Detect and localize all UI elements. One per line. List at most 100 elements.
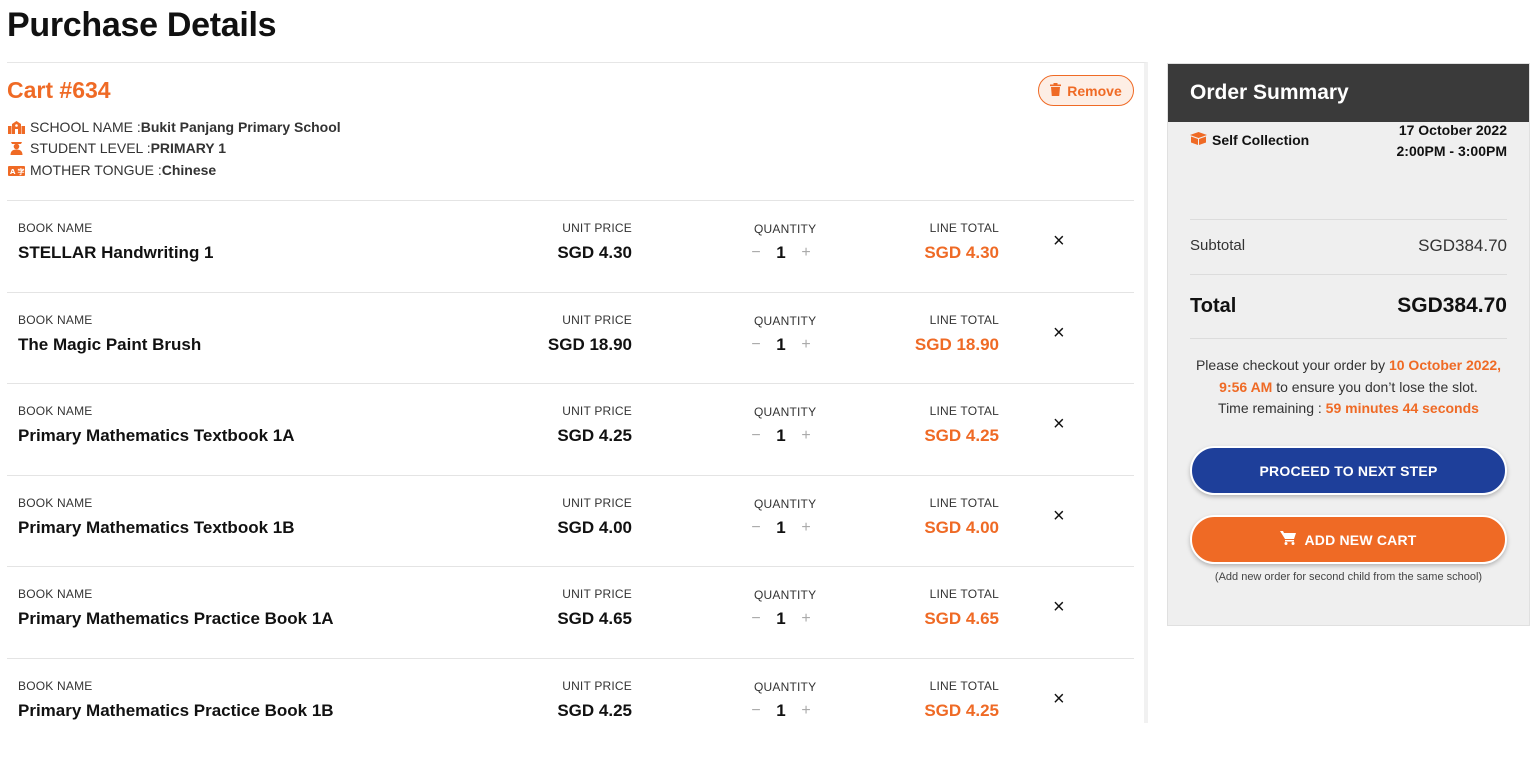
decrease-quantity-button[interactable]: − (748, 244, 764, 262)
book-name-header: BOOK NAME (18, 678, 93, 693)
line-total: SGD 18.90 (914, 334, 999, 354)
line-total-header: LINE TOTAL (929, 221, 999, 235)
delete-item-button[interactable]: × (1053, 506, 1065, 526)
delete-item-button[interactable]: × (1053, 414, 1065, 434)
book-name-header: BOOK NAME (18, 312, 93, 327)
unit-price: SGD 4.25 (557, 426, 632, 445)
cart-panel: Cart #634 Remove SCHOOL NAME : Bukit Pan… (7, 62, 1148, 723)
delete-item-button[interactable]: × (1053, 689, 1065, 709)
unit-price: SGD 4.25 (557, 700, 632, 720)
decrease-quantity-button[interactable]: − (748, 519, 764, 537)
quantity-stepper: − 1 + (748, 243, 814, 263)
cart-items-list: BOOK NAME STELLAR Handwriting 1 UNIT PRI… (7, 200, 1134, 723)
delete-item-button[interactable]: × (1053, 231, 1065, 251)
cart-item-row: BOOK NAME Primary Mathematics Textbook 1… (7, 383, 1134, 475)
increase-quantity-button[interactable]: + (798, 519, 814, 537)
cart-item-row: BOOK NAME The Magic Paint Brush UNIT PRI… (7, 291, 1134, 384)
cart-item-row: BOOK NAME Primary Mathematics Practice B… (7, 566, 1134, 658)
decrease-quantity-button[interactable]: − (748, 702, 764, 720)
line-total-header: LINE TOTAL (929, 678, 999, 693)
subtotal-value: SGD384.70 (1418, 236, 1507, 255)
total-value: SGD384.70 (1397, 294, 1507, 317)
quantity-stepper: − 1 + (748, 335, 814, 355)
school-icon (7, 120, 25, 134)
quantity-value: 1 (776, 609, 786, 628)
self-collection-text: Self Collection (1212, 132, 1310, 148)
quantity-stepper: − 1 + (748, 518, 814, 538)
unit-price: SGD 4.30 (557, 243, 632, 262)
total-row: Total SGD384.70 (1190, 275, 1507, 339)
unit-price-header: UNIT PRICE (562, 587, 632, 601)
note-prefix: Please checkout your order by (1195, 357, 1389, 373)
book-name: The Magic Paint Brush (18, 334, 202, 354)
line-total-header: LINE TOTAL (929, 404, 999, 418)
language-icon: A字 (7, 163, 25, 177)
quantity-value: 1 (776, 334, 786, 354)
book-name: Primary Mathematics Practice Book 1B (18, 700, 334, 720)
decrease-quantity-button[interactable]: − (748, 427, 764, 445)
quantity-header: QUANTITY (754, 588, 817, 602)
cart-title: Cart #634 (7, 77, 111, 103)
quantity-stepper: − 1 + (748, 609, 814, 629)
trash-icon (1050, 82, 1062, 99)
page-title: Purchase Details (7, 6, 277, 44)
delete-item-button[interactable]: × (1053, 323, 1065, 343)
shopping-cart-icon (1280, 531, 1297, 548)
cart-item-row: BOOK NAME Primary Mathematics Practice B… (7, 657, 1134, 724)
line-total: SGD 4.25 (924, 700, 999, 720)
delete-item-button[interactable]: × (1053, 597, 1065, 617)
book-name-header: BOOK NAME (18, 221, 93, 235)
subtotal-label: Subtotal (1190, 237, 1246, 254)
decrease-quantity-button[interactable]: − (748, 610, 764, 628)
proceed-label: PROCEED TO NEXT STEP (1259, 462, 1438, 479)
school-value: Bukit Panjang Primary School (140, 119, 341, 135)
quantity-value: 1 (776, 426, 786, 445)
increase-quantity-button[interactable]: + (798, 427, 814, 445)
collection-row: Self Collection 17 October 2022 2:00PM -… (1190, 64, 1507, 220)
student-level-info: STUDENT LEVEL : PRIMARY 1 (7, 140, 226, 156)
book-name: Primary Mathematics Practice Book 1A (18, 609, 334, 628)
line-total: SGD 4.30 (924, 243, 999, 262)
increase-quantity-button[interactable]: + (798, 244, 814, 262)
collection-datetime: 17 October 2022 2:00PM - 3:00PM (1397, 120, 1507, 162)
total-label: Total (1190, 295, 1237, 317)
line-total-header: LINE TOTAL (929, 495, 999, 510)
decrease-quantity-button[interactable]: − (748, 336, 764, 354)
subtotal-row: Subtotal SGD384.70 (1190, 221, 1507, 275)
collection-time: 2:00PM - 3:00PM (1396, 143, 1507, 159)
increase-quantity-button[interactable]: + (798, 610, 814, 628)
school-info: SCHOOL NAME : Bukit Panjang Primary Scho… (7, 119, 341, 135)
increase-quantity-button[interactable]: + (798, 336, 814, 354)
remove-cart-button[interactable]: Remove (1038, 75, 1134, 106)
book-name-header: BOOK NAME (18, 495, 93, 510)
line-total-header: LINE TOTAL (929, 312, 999, 327)
line-total: SGD 4.25 (924, 426, 999, 445)
add-new-cart-button[interactable]: ADD NEW CART (1190, 515, 1507, 564)
quantity-header: QUANTITY (754, 313, 817, 328)
quantity-value: 1 (776, 700, 786, 720)
quantity-value: 1 (776, 517, 786, 537)
unit-price-header: UNIT PRICE (562, 404, 632, 418)
unit-price: SGD 4.00 (557, 517, 632, 537)
add-cart-note: (Add new order for second child from the… (1214, 571, 1483, 583)
book-name: Primary Mathematics Textbook 1A (18, 426, 295, 445)
increase-quantity-button[interactable]: + (798, 702, 814, 720)
remove-label: Remove (1067, 82, 1122, 99)
proceed-next-step-button[interactable]: PROCEED TO NEXT STEP (1190, 446, 1507, 495)
book-name-header: BOOK NAME (18, 587, 93, 601)
mother-tongue-label: MOTHER TONGUE : (30, 162, 162, 178)
time-remaining-label: Time remaining : (1218, 400, 1326, 416)
book-name: STELLAR Handwriting 1 (18, 243, 214, 262)
quantity-stepper: − 1 + (748, 701, 814, 721)
svg-text:字: 字 (17, 167, 24, 176)
quantity-header: QUANTITY (754, 405, 817, 419)
book-name-header: BOOK NAME (18, 404, 93, 418)
quantity-stepper: − 1 + (748, 426, 814, 446)
add-cart-label: ADD NEW CART (1304, 531, 1417, 548)
checkout-deadline-note: Please checkout your order by 10 October… (1184, 355, 1513, 420)
line-total-header: LINE TOTAL (929, 587, 999, 601)
cart-item-row: BOOK NAME Primary Mathematics Textbook 1… (7, 474, 1134, 567)
box-icon (1190, 132, 1207, 148)
student-icon (7, 141, 25, 155)
svg-text:A: A (10, 168, 16, 176)
